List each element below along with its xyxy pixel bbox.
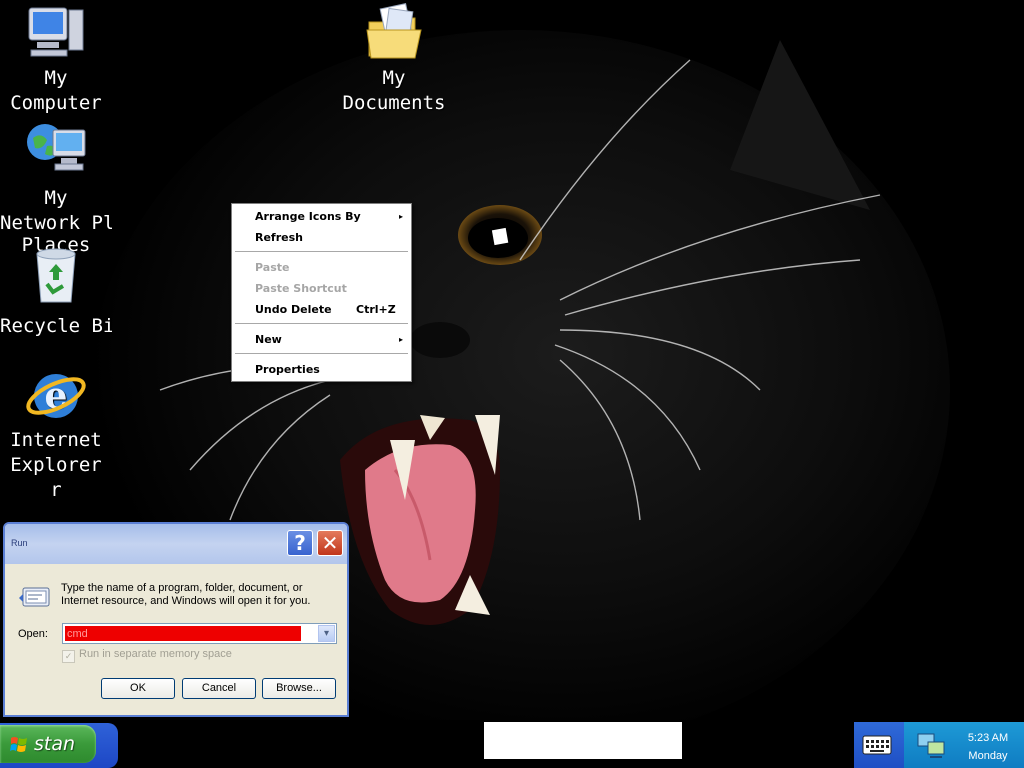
dialog-description: Type the name of a program, folder, docu… bbox=[61, 582, 311, 607]
my-documents-icon bbox=[366, 3, 422, 59]
open-label: Open: bbox=[18, 628, 48, 640]
menu-item-paste-shortcut: Paste Shortcut bbox=[232, 279, 411, 299]
menu-item-label: Properties bbox=[255, 363, 320, 376]
help-button[interactable]: ? bbox=[287, 530, 313, 556]
dialog-title-bar[interactable]: Run ? ✕ bbox=[5, 524, 347, 564]
desktop-icon-my-computer[interactable]: My Computer bbox=[0, 0, 112, 116]
clock-day: Monday bbox=[968, 750, 1008, 762]
run-icon bbox=[19, 587, 50, 607]
network-places-icon bbox=[27, 124, 86, 171]
menu-item-label: Paste bbox=[255, 261, 290, 274]
run-dialog: Run ? ✕ Type the name of a program, fold… bbox=[3, 522, 349, 717]
menu-item-label: New bbox=[255, 333, 282, 346]
desktop-icon-my-documents[interactable]: My Documents bbox=[338, 0, 450, 116]
dialog-title: Run bbox=[11, 538, 28, 548]
open-combobox[interactable]: ▾ bbox=[62, 623, 337, 644]
menu-item-label: Refresh bbox=[255, 231, 303, 244]
my-computer-icon bbox=[28, 7, 84, 57]
menu-separator bbox=[235, 251, 408, 252]
icon-label: r bbox=[50, 479, 62, 501]
clock[interactable]: 5:23 AM Monday bbox=[954, 729, 1022, 765]
desktop-icon-network-places[interactable]: My Network Pl... Places bbox=[0, 120, 112, 258]
icon-label: Recycle Bin bbox=[0, 315, 112, 337]
ok-button[interactable]: OK bbox=[101, 678, 175, 699]
browse-button[interactable]: Browse... bbox=[262, 678, 336, 699]
icon-label: Explorer bbox=[10, 454, 102, 476]
desktop-context-menu: Arrange Icons By ▸ Refresh Paste Paste S… bbox=[231, 203, 412, 382]
dialog-body: Type the name of a program, folder, docu… bbox=[5, 564, 347, 715]
keyboard-icon[interactable] bbox=[862, 732, 892, 758]
menu-item-label: Undo Delete bbox=[255, 303, 332, 316]
close-button[interactable]: ✕ bbox=[317, 530, 343, 556]
clock-time: 5:23 AM bbox=[967, 732, 1009, 744]
menu-item-paste: Paste bbox=[232, 258, 411, 278]
menu-item-shortcut: Ctrl+Z bbox=[356, 303, 396, 316]
icon-label: Computer bbox=[10, 92, 102, 114]
menu-item-refresh[interactable]: Refresh bbox=[232, 228, 411, 248]
desktop-icon-recycle-bin[interactable]: Recycle Bin bbox=[0, 242, 112, 339]
submenu-arrow-icon: ▸ bbox=[398, 212, 403, 221]
dropdown-arrow-icon[interactable]: ▾ bbox=[318, 625, 335, 642]
menu-separator bbox=[235, 353, 408, 354]
windows-logo-icon bbox=[10, 737, 27, 752]
icon-label: My bbox=[44, 67, 68, 89]
menu-item-label: Arrange Icons By bbox=[255, 210, 361, 223]
icon-label: My bbox=[382, 67, 406, 89]
network-connection-icon[interactable] bbox=[916, 730, 946, 760]
menu-item-properties[interactable]: Properties bbox=[232, 360, 411, 380]
run-separate-memory-checkbox: ✓ Run in separate memory space bbox=[62, 648, 232, 663]
menu-item-new[interactable]: New ▸ bbox=[232, 330, 411, 350]
system-tray: 5:23 AM Monday bbox=[854, 722, 1024, 768]
cancel-button[interactable]: Cancel bbox=[182, 678, 256, 699]
menu-item-undo-delete[interactable]: Undo Delete Ctrl+Z bbox=[232, 300, 411, 320]
menu-item-label: Paste Shortcut bbox=[255, 282, 347, 295]
icon-label: My bbox=[44, 187, 68, 209]
submenu-arrow-icon: ▸ bbox=[398, 335, 403, 344]
icon-label: Documents bbox=[342, 92, 446, 114]
desktop-icon-internet-explorer[interactable]: e Internet Explorer r bbox=[0, 362, 112, 503]
recycle-bin-icon bbox=[36, 248, 76, 303]
checkbox-label: Run in separate memory space bbox=[79, 648, 232, 660]
start-label: stan bbox=[34, 733, 76, 755]
menu-item-arrange-icons-by[interactable]: Arrange Icons By ▸ bbox=[232, 207, 411, 227]
checkbox-check-icon: ✓ bbox=[62, 650, 75, 663]
internet-explorer-icon: e bbox=[26, 374, 86, 418]
open-input[interactable] bbox=[65, 626, 301, 641]
icon-label: Internet bbox=[10, 429, 102, 451]
start-button[interactable]: stan bbox=[0, 723, 118, 768]
menu-separator bbox=[235, 323, 408, 324]
taskbar-window-button[interactable] bbox=[484, 722, 682, 759]
